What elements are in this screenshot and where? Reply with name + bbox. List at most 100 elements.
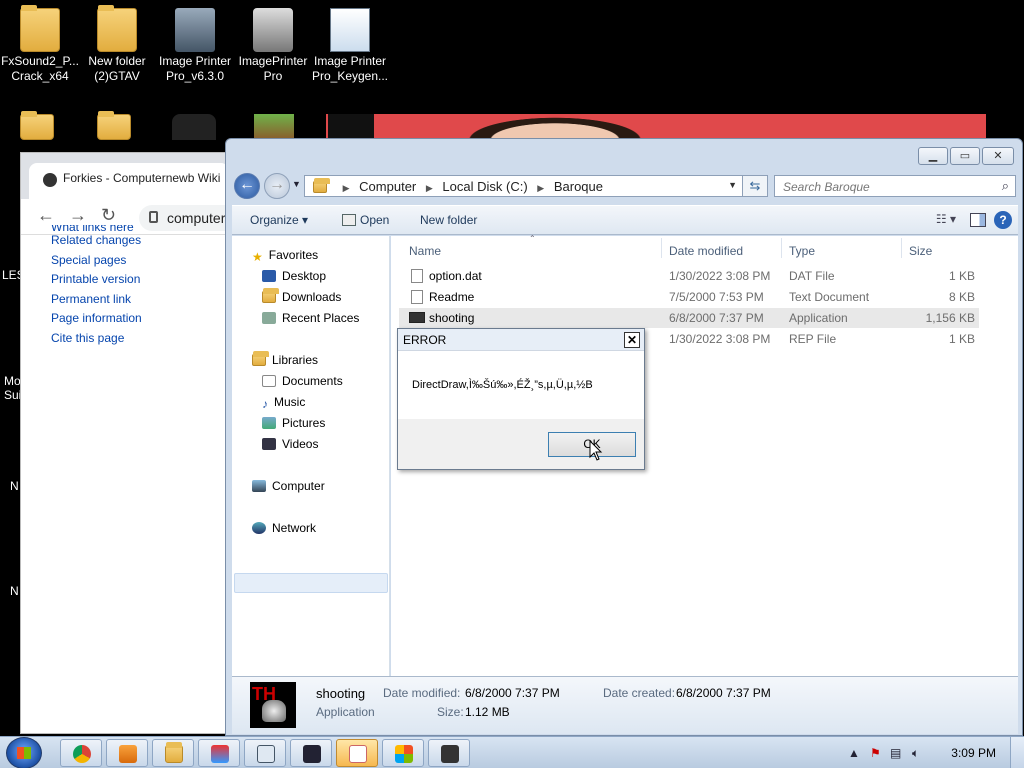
breadcrumb-separator-icon[interactable]: ▶	[343, 183, 350, 193]
nav-documents[interactable]: Documents	[262, 374, 343, 388]
details-created-label: Date created:	[603, 686, 676, 700]
desktop-icon-keygen[interactable]: Image Printer Pro_Keygen...	[310, 8, 390, 84]
nav-desktop[interactable]: Desktop	[262, 269, 326, 283]
error-dialog[interactable]: ERROR ✕ DirectDraw,Ì‰Šú‰»,ÉŽ¸”s,µ,Ü,µ,½B…	[397, 328, 645, 470]
taskbar-app[interactable]	[198, 739, 240, 767]
desktop-icon-image-printer-installer[interactable]: Image Printer Pro_v6.3.0	[155, 8, 235, 84]
action-center-icon[interactable]: ⚑	[870, 746, 881, 760]
documents-icon	[262, 375, 276, 387]
recent-places-icon	[262, 312, 276, 324]
details-created: 6/8/2000 7:37 PM	[676, 686, 771, 700]
browser-tab[interactable]: Forkies - Computernewb Wiki	[29, 163, 229, 199]
downloads-folder-icon	[262, 288, 279, 303]
column-header-size[interactable]: Size	[909, 244, 932, 258]
preview-pane-icon[interactable]	[970, 213, 986, 227]
breadcrumb[interactable]: ▶ Computer ▶ Local Disk (C:) ▶ Baroque ▼	[304, 175, 744, 197]
desktop-edge-label: Mo	[4, 374, 21, 388]
computer-icon	[252, 480, 266, 492]
breadcrumb-separator-icon[interactable]: ▶	[537, 183, 544, 193]
maximize-button[interactable]: ▭	[950, 147, 980, 165]
folder-icon	[20, 5, 60, 52]
desktop-edge-label: N	[10, 584, 19, 598]
forward-arrow-icon[interactable]: →	[69, 205, 87, 226]
column-separator[interactable]	[901, 238, 902, 258]
show-desktop-button[interactable]	[1010, 737, 1024, 768]
open-app-icon	[342, 214, 356, 226]
column-header-name[interactable]: Name	[409, 244, 441, 258]
browser-tabbar: Forkies - Computernewb Wiki	[21, 153, 229, 199]
taskbar-app[interactable]	[382, 739, 424, 767]
desktop-icon-imageprinter-pro[interactable]: ImagePrinter Pro	[233, 8, 313, 84]
column-separator[interactable]	[661, 238, 662, 258]
file-row-selected[interactable]: shooting 6/8/2000 7:37 PM Application 1,…	[399, 308, 979, 328]
change-view-icon[interactable]: ☷ ▾	[936, 212, 956, 226]
desktop-icon-fxsound[interactable]: FxSound2_P... Crack_x64	[0, 5, 80, 84]
wiki-link[interactable]: Related changes	[51, 233, 142, 253]
refresh-button[interactable]: ⇆	[742, 175, 768, 197]
recent-pages-chevron-icon[interactable]: ▼	[292, 179, 301, 189]
close-button[interactable]: ✕	[982, 147, 1014, 165]
nav-computer[interactable]: Computer	[252, 479, 325, 493]
wiki-link[interactable]: What links here	[51, 225, 142, 233]
breadcrumb-separator-icon[interactable]: ▶	[426, 183, 433, 193]
breadcrumb-item[interactable]: Local Disk (C:)	[442, 179, 527, 194]
taskbar-window[interactable]	[244, 739, 286, 767]
file-row[interactable]: Readme 7/5/2000 7:53 PM Text Document 8 …	[399, 287, 979, 307]
nav-downloads[interactable]: Downloads	[262, 288, 341, 304]
terminal-icon	[303, 745, 321, 763]
taskbar-active-app[interactable]	[336, 739, 378, 767]
nav-network[interactable]: Network	[252, 521, 316, 535]
dialog-close-icon[interactable]: ✕	[624, 332, 640, 348]
nav-libraries[interactable]: Libraries	[252, 351, 318, 367]
search-input[interactable]: Search Baroque ⌕	[774, 175, 1016, 197]
breadcrumb-item[interactable]: Computer	[359, 179, 416, 194]
show-hidden-icons-icon[interactable]: ▲	[848, 746, 860, 760]
new-folder-button[interactable]: New folder	[420, 213, 477, 227]
help-icon[interactable]: ?	[994, 211, 1012, 229]
column-header-date[interactable]: Date modified	[669, 244, 743, 258]
wiki-link[interactable]: Cite this page	[51, 331, 142, 351]
open-button[interactable]: Open	[342, 213, 389, 227]
column-header-type[interactable]: Type	[789, 244, 815, 258]
desktop-icon	[262, 270, 276, 282]
volume-icon[interactable]: 🔈︎	[912, 746, 919, 761]
desktop-edge-label: N	[10, 479, 19, 493]
nav-recent-places[interactable]: Recent Places	[262, 311, 359, 325]
browser-window[interactable]: Forkies - Computernewb Wiki ← → ↻ comput…	[20, 152, 259, 734]
music-icon: ♪	[262, 397, 268, 411]
wiki-link[interactable]: Printable version	[51, 272, 142, 292]
shooting-app-thumbnail: TH	[250, 682, 296, 728]
column-separator[interactable]	[781, 238, 782, 258]
network-icon[interactable]: ▤	[890, 746, 901, 760]
reload-icon[interactable]: ↻	[101, 205, 116, 226]
clock[interactable]: 3:09 PM	[951, 746, 996, 760]
nav-videos[interactable]: Videos	[262, 437, 318, 451]
organize-button[interactable]: Organize ▾	[250, 213, 308, 227]
back-arrow-icon[interactable]: ←	[37, 205, 55, 226]
minimize-button[interactable]: ▁	[918, 147, 948, 165]
taskbar-shooting[interactable]	[428, 739, 470, 767]
nav-favorites[interactable]: ★ Favorites	[252, 248, 318, 264]
wiki-link[interactable]: Page information	[51, 311, 142, 331]
details-modified-label: Date modified:	[383, 686, 461, 700]
nav-music[interactable]: ♪ Music	[262, 395, 305, 411]
search-icon: ⌕	[1001, 178, 1009, 193]
nav-pictures[interactable]: Pictures	[262, 416, 325, 430]
folder-icon	[20, 111, 54, 140]
browser-tab-title: Forkies - Computernewb Wiki	[63, 171, 221, 185]
breadcrumb-item[interactable]: Baroque	[554, 179, 603, 194]
taskbar-chrome[interactable]	[60, 739, 102, 767]
taskbar-terminal[interactable]	[290, 739, 332, 767]
taskbar-media-player[interactable]	[106, 739, 148, 767]
address-dropdown-icon[interactable]: ▼	[728, 180, 737, 190]
wiki-link[interactable]: Special pages	[51, 253, 142, 273]
start-button[interactable]	[6, 737, 42, 768]
videos-icon	[262, 438, 276, 450]
desktop-icon-new-folder[interactable]: New folder (2)GTAV	[77, 5, 157, 84]
forward-button[interactable]: →	[264, 173, 290, 199]
file-row[interactable]: option.dat 1/30/2022 3:08 PM DAT File 1 …	[399, 266, 979, 286]
back-button[interactable]: ←	[234, 173, 260, 199]
taskbar-explorer[interactable]	[152, 739, 194, 767]
libraries-icon	[252, 351, 269, 366]
wiki-link[interactable]: Permanent link	[51, 292, 142, 312]
